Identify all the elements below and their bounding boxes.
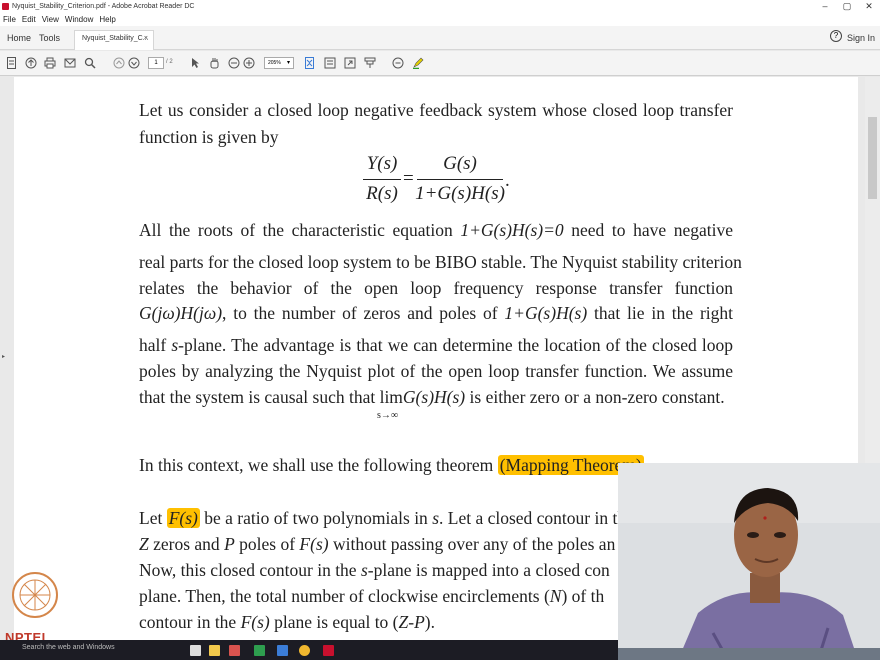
equation-period: . <box>505 170 510 191</box>
text-line: plane. Then, the total number of clockwi… <box>139 586 605 606</box>
menu-bar: File Edit View Window Help <box>0 13 880 26</box>
text-line: that the system is causal such that limG… <box>139 387 725 407</box>
equation-denominator-right: 1+G(s)H(s) <box>415 183 505 204</box>
close-window-button[interactable]: ✕ <box>858 0 880 13</box>
scrolling-mode-icon[interactable] <box>324 57 336 69</box>
fraction-bar <box>363 179 401 180</box>
next-page-icon[interactable] <box>128 57 140 69</box>
text-line: relates the behavior of the open loop fr… <box>139 278 733 298</box>
menu-window[interactable]: Window <box>65 13 93 26</box>
fraction-bar <box>417 179 503 180</box>
tab-document-label: Nyquist_Stability_C... <box>82 35 149 42</box>
hand-tool-icon[interactable] <box>209 57 220 69</box>
highlight-pen-icon[interactable] <box>412 57 424 69</box>
text-line: poles by analyzing the Nyquist plot of t… <box>139 361 733 381</box>
equation-numerator-left: Y(s) <box>366 153 398 174</box>
text-line: All the roots of the characteristic equa… <box>139 220 733 240</box>
chrome-icon[interactable] <box>299 645 310 656</box>
text-line: Let us consider a closed loop negative f… <box>139 100 733 120</box>
select-cursor-icon[interactable] <box>190 57 200 69</box>
tab-bar: Home Tools Nyquist_Stability_C... × ? Si… <box>0 26 880 50</box>
inline-equation: 1+G(s)H(s) <box>504 303 588 323</box>
minimize-button[interactable]: – <box>814 0 836 13</box>
equation-numerator-right: G(s) <box>443 153 477 174</box>
acrobat-taskbar-icon[interactable] <box>323 645 334 656</box>
email-icon[interactable] <box>64 57 76 69</box>
scrollbar-thumb[interactable] <box>868 117 877 199</box>
text-line: function is given by <box>139 127 279 147</box>
fit-page-icon[interactable] <box>304 57 315 69</box>
limit-subscript: s→∞ <box>377 410 399 421</box>
taskbar-search-box[interactable]: Search the web and Windows <box>22 644 115 651</box>
previous-page-icon[interactable] <box>113 57 125 69</box>
left-pane-toggle-icon[interactable]: ▸ <box>2 353 5 360</box>
text-line: Z zeros and P poles of F(s) without pass… <box>139 534 616 554</box>
text-line: real parts for the closed loop system to… <box>139 252 742 272</box>
text-line: half s-plane. The advantage is that we c… <box>139 335 733 355</box>
tab-tools[interactable]: Tools <box>39 30 60 50</box>
text-line: In this context, we shall use the follow… <box>139 455 644 475</box>
menu-edit[interactable]: Edit <box>22 13 36 26</box>
inline-equation: 1+G(s)H(s)=0 <box>460 220 564 240</box>
search-icon[interactable] <box>84 57 96 69</box>
create-pdf-icon[interactable] <box>6 57 17 69</box>
windows-taskbar: Search the web and Windows <box>0 640 618 660</box>
tab-document[interactable]: Nyquist_Stability_C... × <box>74 30 154 50</box>
help-icon[interactable]: ? <box>830 30 842 42</box>
menu-view[interactable]: View <box>42 13 59 26</box>
page-count: / 2 <box>166 59 173 65</box>
print-icon[interactable] <box>44 57 56 69</box>
sign-in-link[interactable]: Sign In <box>847 33 875 43</box>
text-line: contour in the F(s) plane is equal to (Z… <box>139 612 435 632</box>
rotate-icon[interactable] <box>344 57 356 69</box>
text-line: G(jω)H(jω), to the number of zeros and p… <box>139 303 733 323</box>
inline-equation: G(s)H(s) <box>402 387 466 407</box>
text-line: Let F(s) be a ratio of two polynomials i… <box>139 508 634 528</box>
acrobat-app-icon <box>2 3 9 10</box>
menu-file[interactable]: File <box>3 13 16 26</box>
close-tab-icon[interactable]: × <box>144 31 148 47</box>
text-line: Now, this closed contour in the s-plane … <box>139 560 610 580</box>
zoom-level-select[interactable]: 205% <box>264 57 294 69</box>
zoom-in-icon[interactable] <box>243 57 255 69</box>
file-explorer-icon[interactable] <box>209 645 220 656</box>
comment-icon[interactable] <box>392 57 404 69</box>
word-icon[interactable] <box>277 645 288 656</box>
inline-equation: G(jω)H(jω) <box>139 303 223 323</box>
highlighted-text: F(s) <box>166 508 200 528</box>
maximize-button[interactable]: ▢ <box>836 0 858 13</box>
zoom-out-icon[interactable] <box>228 57 240 69</box>
nptel-logo <box>12 572 58 618</box>
office-app-icon[interactable] <box>229 645 240 656</box>
presenter-webcam-video <box>618 463 880 660</box>
menu-help[interactable]: Help <box>99 13 115 26</box>
excel-icon[interactable] <box>254 645 265 656</box>
upload-cloud-icon[interactable] <box>25 57 37 69</box>
stamp-icon[interactable] <box>364 57 376 69</box>
window-title: Nyquist_Stability_Criterion.pdf - Adobe … <box>12 3 195 10</box>
acrobat-window: Nyquist_Stability_Criterion.pdf - Adobe … <box>0 0 880 660</box>
title-bar: Nyquist_Stability_Criterion.pdf - Adobe … <box>0 0 880 13</box>
task-view-icon[interactable] <box>190 645 201 656</box>
toolbar: 1 / 2 205% <box>0 51 880 76</box>
page-number-input[interactable]: 1 <box>148 57 164 69</box>
tab-home[interactable]: Home <box>7 30 31 50</box>
limit-operator: lim <box>379 387 403 407</box>
equation-denominator-left: R(s) <box>366 183 398 204</box>
